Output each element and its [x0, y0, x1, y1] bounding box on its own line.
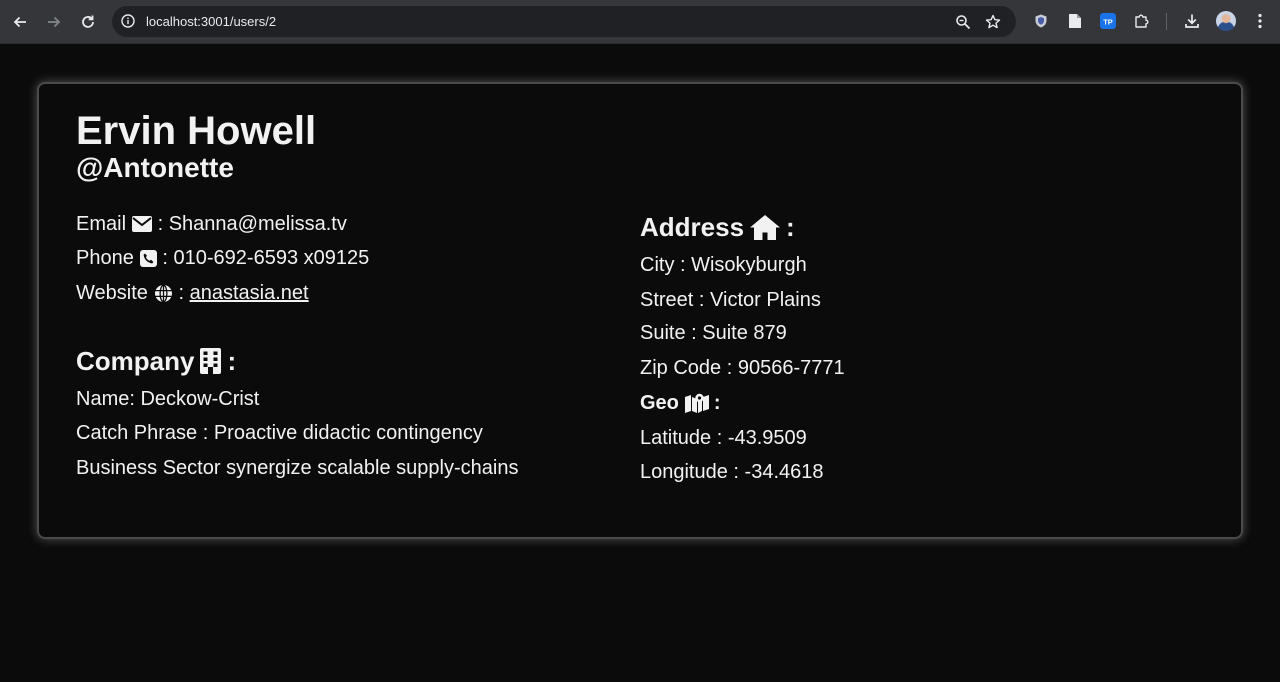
geo-heading-colon: : [713, 392, 721, 414]
phone-value: 010-692-6593 x09125 [173, 247, 370, 269]
email-label: Email [76, 213, 127, 235]
address-suite: Suite : Suite 879 [640, 322, 787, 344]
geo-heading: Geo : [640, 391, 721, 415]
email-row: Email : Shanna@melissa.tv [76, 212, 347, 236]
geo-heading-label: Geo [640, 392, 679, 414]
site-info-button[interactable] [120, 13, 136, 29]
address-bar[interactable]: localhost:3001/users/2 [112, 6, 1016, 37]
reload-icon [82, 15, 94, 28]
extensions-button[interactable] [1132, 11, 1152, 31]
envelope-icon [132, 216, 153, 232]
toolbar-divider [1166, 13, 1167, 30]
phone-row: Phone : 010-692-6593 x09125 [76, 246, 369, 270]
document-icon [1069, 14, 1081, 28]
shield-icon [1035, 14, 1047, 28]
website-label: Website [76, 282, 148, 304]
extension-tp-button[interactable]: TP [1098, 11, 1118, 31]
svg-text:TP: TP [1103, 18, 1113, 27]
phone-label: Phone [76, 247, 134, 269]
map-location-icon [684, 393, 709, 413]
phone-square-icon [139, 249, 157, 267]
profile-avatar[interactable] [1216, 11, 1236, 31]
address-street: Street : Victor Plains [640, 289, 821, 311]
forward-button[interactable] [42, 10, 66, 34]
back-button[interactable] [8, 10, 32, 34]
address-zip: Zip Code : 90566-7771 [640, 357, 845, 379]
zoom-icon [956, 15, 971, 30]
company-name: Name: Deckow-Crist [76, 388, 260, 410]
user-username: @Antonette [76, 152, 234, 183]
address-heading: Address : [640, 212, 795, 242]
browser-toolbar: localhost:3001/users/2 TP [0, 0, 1280, 44]
website-row: Website : anastasia.net [76, 281, 309, 305]
geo-latitude: Latitude : -43.9509 [640, 427, 807, 449]
company-heading-colon: : [227, 346, 237, 376]
company-heading-label: Company [76, 346, 195, 376]
tp-extension-icon: TP [1100, 13, 1116, 29]
downloads-button[interactable] [1182, 11, 1202, 31]
url-text[interactable]: localhost:3001/users/2 [146, 14, 276, 29]
address-heading-label: Address [640, 212, 745, 242]
globe-icon [154, 284, 173, 303]
house-icon [750, 214, 781, 240]
reload-button[interactable] [76, 10, 100, 34]
company-business-sector: Business Sector synergize scalable suppl… [76, 457, 519, 479]
download-icon [1185, 14, 1199, 28]
extension-shield-button[interactable] [1031, 11, 1051, 31]
extension-page-button[interactable] [1065, 11, 1085, 31]
email-value: Shanna@melissa.tv [168, 213, 347, 235]
kebab-menu-icon [1258, 13, 1262, 29]
geo-longitude: Longitude : -34.4618 [640, 461, 824, 483]
address-heading-colon: : [786, 212, 795, 242]
arrow-right-icon [48, 16, 61, 28]
bookmark-button[interactable] [984, 13, 1002, 31]
address-city: City : Wisokyburgh [640, 254, 807, 276]
arrow-left-icon [13, 16, 26, 28]
info-circle-icon [121, 14, 135, 28]
browser-menu-button[interactable] [1250, 11, 1270, 31]
company-heading: Company : [76, 346, 236, 376]
website-link[interactable]: anastasia.net [190, 281, 309, 305]
building-icon [200, 348, 222, 374]
puzzle-icon [1135, 14, 1149, 28]
star-icon [985, 14, 1001, 29]
user-name: Ervin Howell [76, 109, 317, 153]
company-catch-phrase: Catch Phrase : Proactive didactic contin… [76, 422, 483, 444]
zoom-button[interactable] [954, 13, 972, 31]
